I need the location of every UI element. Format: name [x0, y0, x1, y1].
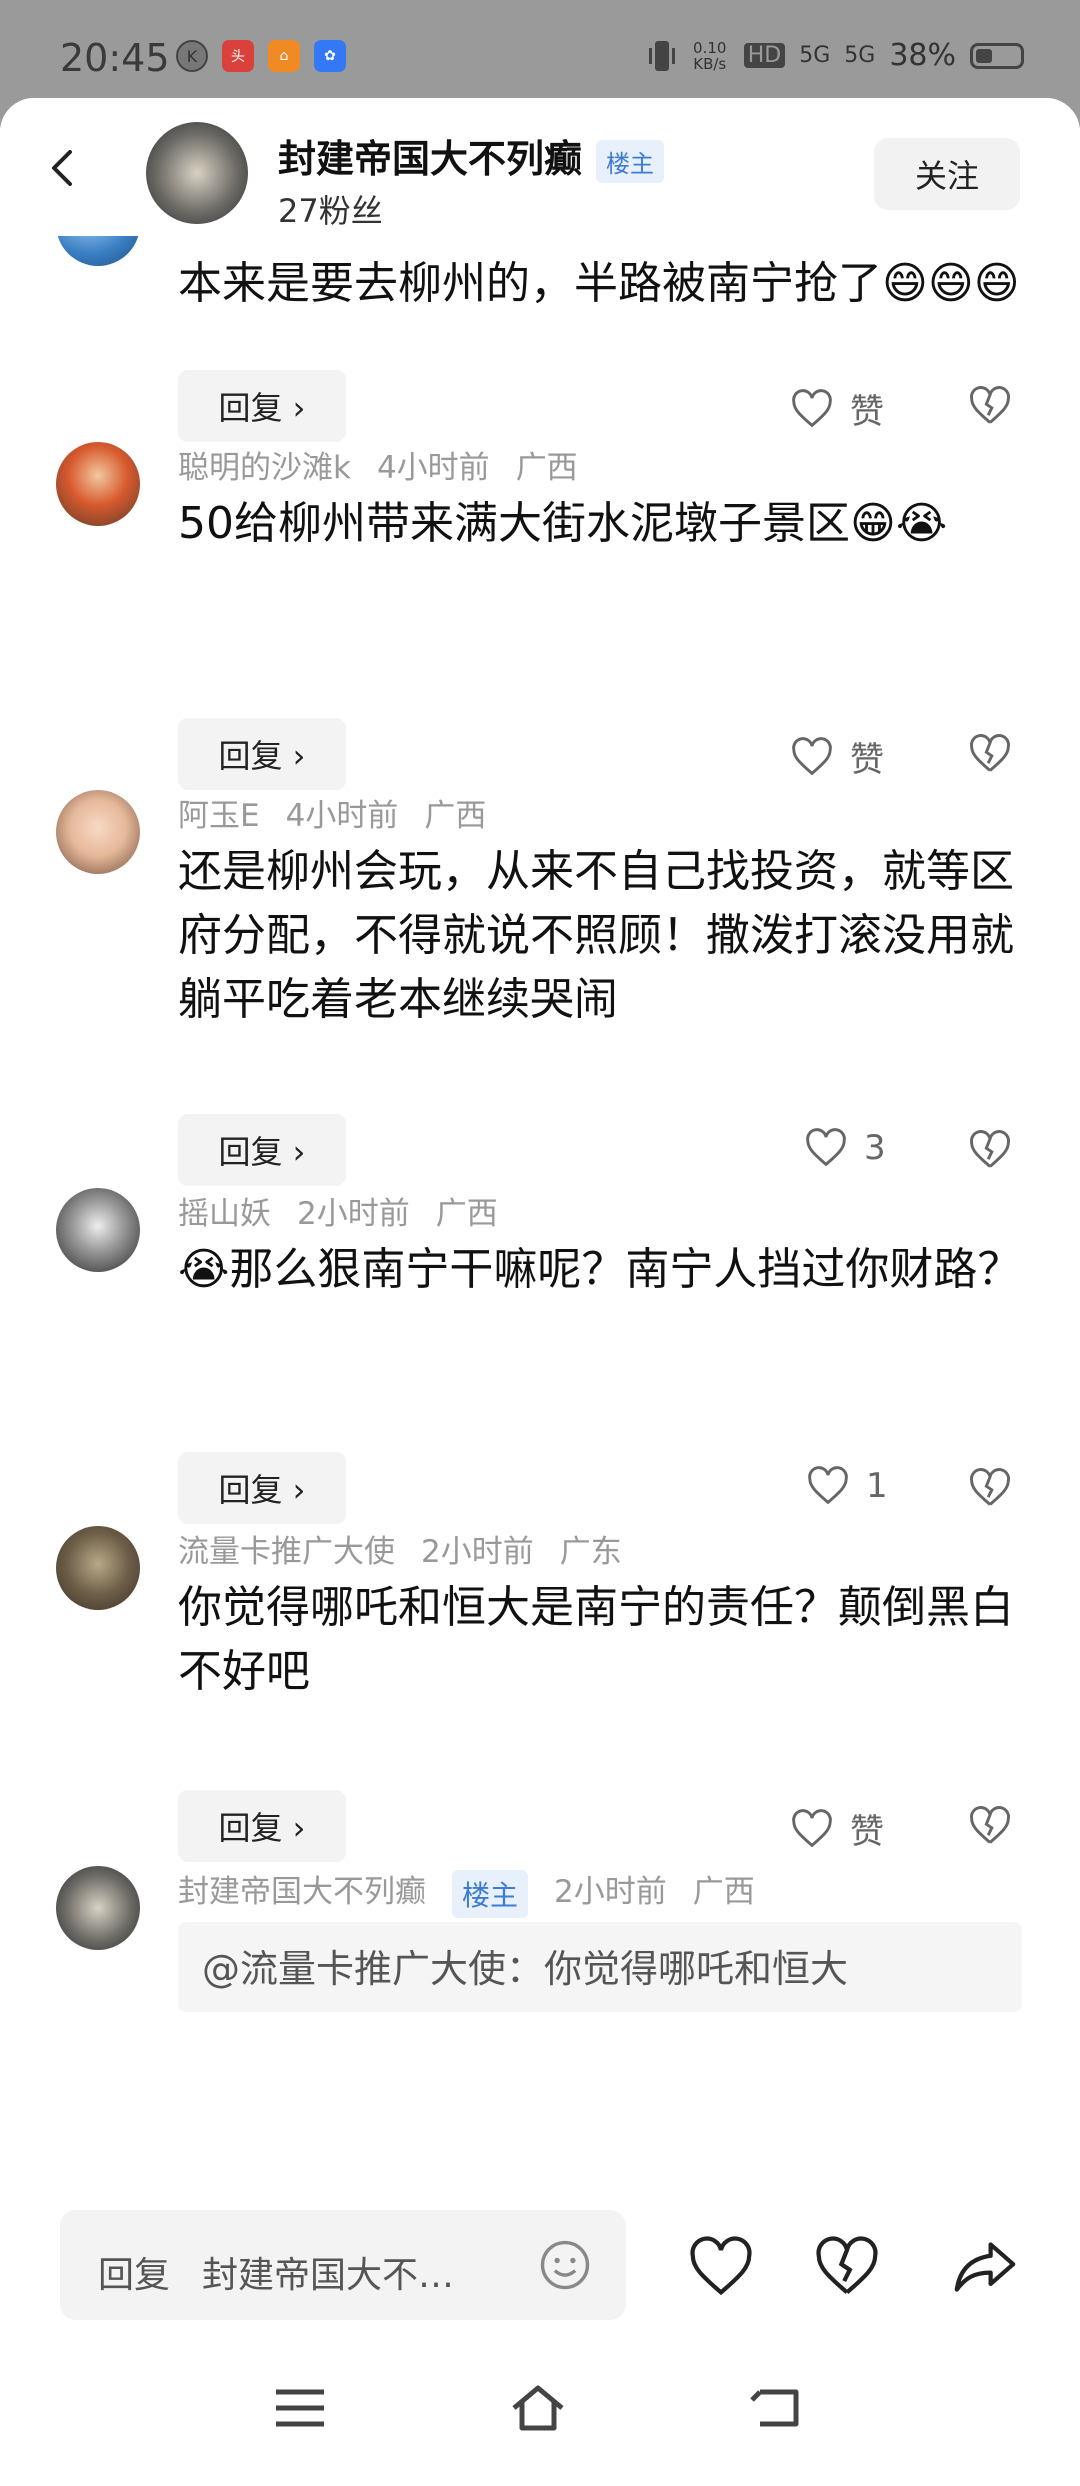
like-button[interactable]: 1: [806, 1466, 888, 1506]
like-count: 赞: [850, 392, 884, 432]
signal-5g-2: 5G: [844, 43, 876, 68]
comment-author[interactable]: 聪明的沙滩k: [178, 450, 351, 486]
like-post-heart-icon[interactable]: [686, 2236, 756, 2298]
like-button[interactable]: 赞: [790, 732, 884, 781]
comment-author[interactable]: 摇山妖: [178, 1196, 271, 1232]
comment-time: 4小时前: [376, 450, 490, 486]
like-button[interactable]: 赞: [790, 384, 884, 433]
commenter-avatar[interactable]: [56, 1188, 140, 1272]
like-button[interactable]: 3: [804, 1128, 886, 1168]
like-count: 赞: [850, 740, 884, 780]
app-baidu-icon: ✿: [314, 40, 346, 72]
fans-count: 27粉丝: [278, 192, 383, 230]
status-time: 20:45: [60, 36, 170, 80]
comment-author[interactable]: 流量卡推广大使: [178, 1534, 395, 1570]
app-k-icon: K: [176, 40, 208, 72]
broken-heart-icon[interactable]: [968, 732, 1012, 776]
comment-meta: 流量卡推广大使 2小时前 广东: [178, 1526, 648, 1571]
reply-button[interactable]: 回复 ›: [178, 718, 346, 790]
broken-heart-icon[interactable]: [968, 1128, 1012, 1172]
host-badge: 楼主: [452, 1869, 529, 1918]
home-icon[interactable]: [510, 2384, 566, 2432]
vibrate-icon: [648, 40, 675, 71]
like-count: 1: [866, 1466, 888, 1506]
reply-bar: 回复 封建帝国大不…: [0, 2198, 1080, 2338]
reply-input-target: 封建帝国大不…: [202, 2255, 455, 2296]
commenter-avatar[interactable]: [56, 1866, 140, 1950]
comment-time: 2小时前: [554, 1874, 667, 1910]
commenter-avatar[interactable]: [56, 1526, 140, 1610]
share-icon[interactable]: [950, 2236, 1020, 2298]
comment-meta: 封建帝国大不列癫 楼主 2小时前 广西: [178, 1866, 781, 1918]
app-home-icon: ⌂: [268, 40, 300, 72]
quoted-reply: @流量卡推广大使：你觉得哪吒和恒大: [178, 1922, 1022, 2012]
like-count: 赞: [850, 1812, 884, 1852]
comment-author[interactable]: 封建帝国大不列癫: [178, 1874, 426, 1910]
comment-list[interactable]: 本来是要去柳州的，半路被南宁抢了😄😄😄 回复 › 赞 聪明的沙滩k 4小时前 广西 …: [0, 236, 1080, 2196]
post-header: 封建帝国大不列癫 楼主 27粉丝 关注: [0, 98, 1080, 236]
heart-icon: [792, 388, 832, 427]
commenter-avatar[interactable]: [56, 236, 140, 266]
broken-heart-icon[interactable]: [968, 384, 1012, 428]
status-right: 0.10 KB/s HD 5G 5G 38%: [648, 38, 1024, 73]
comment-time: 4小时前: [285, 798, 399, 834]
reply-button[interactable]: 回复 ›: [178, 370, 346, 442]
comment-author[interactable]: 阿玉E: [178, 798, 260, 834]
like-count: 3: [864, 1128, 886, 1168]
comment-location: 广西: [515, 450, 578, 486]
net-speed: 0.10 KB/s: [693, 38, 727, 73]
follow-button[interactable]: 关注: [874, 138, 1020, 210]
host-badge: 楼主: [596, 140, 665, 183]
back-arrow-icon[interactable]: [44, 148, 84, 188]
comment-time: 2小时前: [421, 1534, 534, 1570]
comment-location: 广西: [424, 798, 487, 834]
signal-5g-1: 5G: [799, 43, 831, 68]
app-toutiao-icon: 头: [222, 40, 254, 72]
commenter-avatar[interactable]: [56, 790, 140, 874]
menu-icon[interactable]: [272, 2384, 328, 2432]
comment-meta: 阿玉E 4小时前 广西: [178, 790, 512, 835]
comment-sheet: 封建帝国大不列癫 楼主 27粉丝 关注 本来是要去柳州的，半路被南宁抢了😄😄😄 回…: [0, 98, 1080, 2486]
hd-badge: HD: [743, 43, 786, 68]
heart-icon: [806, 1128, 846, 1167]
comment-text: 还是柳州会玩，从来不自己找投资，就等区府分配，不得就说不照顾！撒泼打滚没用就躺平…: [178, 846, 1014, 1025]
comment-meta: 摇山妖 2小时前 广西: [178, 1188, 524, 1233]
comment-text: 50给柳州带来满大街水泥墩子景区😁😭: [178, 498, 948, 549]
heart-icon: [792, 736, 832, 775]
broken-heart-icon[interactable]: [968, 1804, 1012, 1848]
emoji-icon[interactable]: [538, 2238, 592, 2292]
reply-button[interactable]: 回复 ›: [178, 1452, 346, 1524]
system-nav-bar: [0, 2338, 1080, 2486]
comment-meta: 聪明的沙滩k 4小时前 广西: [178, 442, 604, 487]
dislike-post-broken-heart-icon[interactable]: [812, 2236, 882, 2298]
reply-button[interactable]: 回复 ›: [178, 1114, 346, 1186]
reply-input-label: 回复: [98, 2255, 171, 2296]
comment-location: 广西: [435, 1196, 498, 1232]
status-bar: 20:45 K 头 ⌂ ✿ 0.10 KB/s HD 5G 5G 38%: [0, 0, 1080, 100]
host-name-text: 封建帝国大不列癫: [278, 137, 583, 181]
comment-text: 😭那么狠南宁干嘛呢？南宁人挡过你财路？: [178, 1244, 1022, 1295]
reply-button[interactable]: 回复 ›: [178, 1790, 346, 1862]
comment-location: 广西: [692, 1874, 755, 1910]
back-nav-icon[interactable]: [748, 2384, 804, 2432]
host-name[interactable]: 封建帝国大不列癫 楼主: [278, 128, 665, 183]
heart-icon: [808, 1466, 848, 1505]
comment-location: 广东: [559, 1534, 622, 1570]
status-app-icons: K 头 ⌂ ✿: [176, 40, 346, 72]
comment-text: 你觉得哪吒和恒大是南宁的责任？颠倒黑白不好吧: [178, 1582, 1014, 1697]
comment-time: 2小时前: [297, 1196, 410, 1232]
comment-text-content: 本来是要去柳州的，半路被南宁抢了😄😄😄: [178, 258, 1020, 309]
reply-input[interactable]: 回复 封建帝国大不…: [60, 2210, 626, 2320]
host-avatar[interactable]: [146, 122, 248, 224]
heart-icon: [792, 1808, 832, 1847]
commenter-avatar[interactable]: [56, 442, 140, 526]
battery-icon: [970, 42, 1024, 69]
broken-heart-icon[interactable]: [968, 1466, 1012, 1510]
battery-percent: 38%: [889, 38, 956, 73]
comment-text: 本来是要去柳州的，半路被南宁抢了😄😄😄: [178, 252, 1028, 316]
like-button[interactable]: 赞: [790, 1804, 884, 1853]
